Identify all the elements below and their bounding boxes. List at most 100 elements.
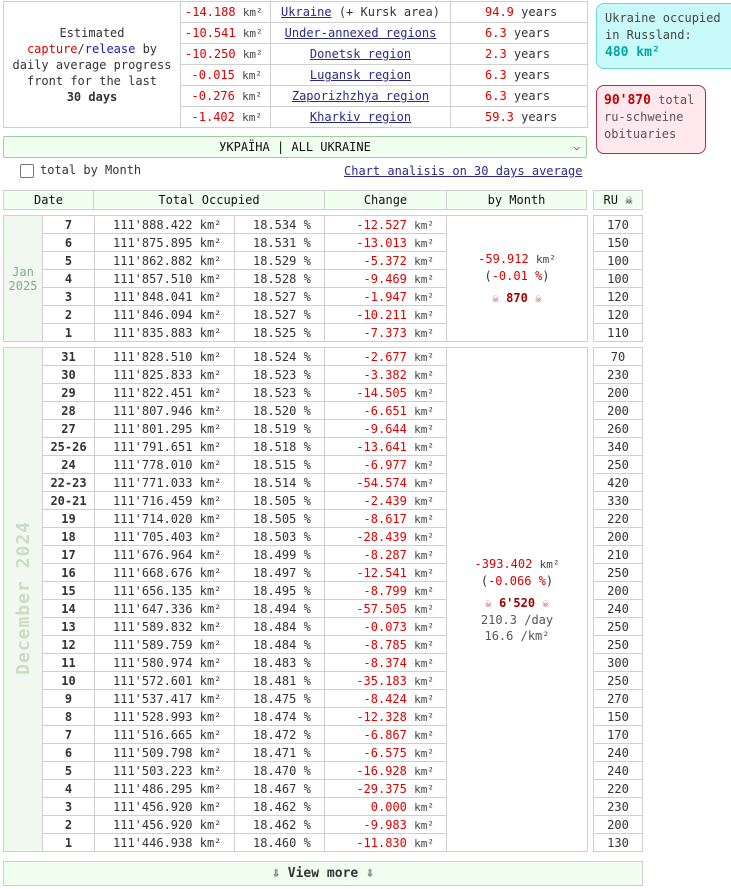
- total-value: 111'791.651: [113, 439, 193, 454]
- total-cell: 111'456.920 km²: [94, 797, 235, 816]
- total-unit: km²: [199, 745, 222, 760]
- percent-cell: 18.483 %: [234, 653, 325, 672]
- change-cell: -2.677 km²: [324, 347, 447, 366]
- percent-value: 18.497: [253, 565, 297, 580]
- change-value: -16.928: [356, 763, 407, 778]
- ru-row: 120: [593, 305, 643, 324]
- total-cell: 111'791.651 km²: [94, 437, 235, 456]
- summary-years: 6.3 years: [450, 64, 588, 86]
- view-more-button[interactable]: ⇩ View more ⇩: [3, 861, 643, 886]
- ru-losses-cell: 230: [593, 365, 643, 384]
- ru-row: 170: [593, 725, 643, 744]
- ru-row: 240: [593, 743, 643, 762]
- years-label: years: [521, 5, 558, 19]
- total-cell: 111'656.135 km²: [94, 581, 235, 600]
- ru-row: 70: [593, 347, 643, 366]
- total-value: 111'572.601: [113, 673, 193, 688]
- change-value: -11.830: [356, 835, 407, 850]
- ru-row: 340: [593, 437, 643, 456]
- change-unit: km²: [414, 836, 434, 850]
- region-link[interactable]: Zaporizhzhya region: [292, 89, 429, 103]
- ru-losses-cell: 150: [593, 233, 643, 252]
- region-link[interactable]: Kharkiv region: [310, 110, 411, 124]
- percent-cell: 18.523 %: [234, 383, 325, 402]
- percent-unit: %: [303, 691, 311, 706]
- total-by-month-checkbox[interactable]: [20, 163, 34, 178]
- month-change-unit: km²: [539, 557, 560, 571]
- ru-row: 220: [593, 509, 643, 528]
- percent-cell: 18.514 %: [234, 473, 325, 492]
- date-cell: 29: [42, 383, 95, 402]
- month-obits: ☠ 870 ☠: [447, 290, 587, 307]
- change-unit: km²: [414, 350, 434, 364]
- chart-analysis-link[interactable]: Chart analisis on 30 days average: [344, 164, 582, 178]
- change-unit: km²: [414, 548, 434, 562]
- month-change-value: -393.402: [474, 556, 533, 571]
- change-value: -7.373: [363, 325, 407, 340]
- percent-unit: %: [303, 307, 311, 322]
- change-cell: -16.928 km²: [324, 761, 447, 780]
- change-unit: km²: [414, 800, 434, 814]
- obits-per-day: 210.3 /day: [480, 612, 554, 627]
- change-value: -1.947: [363, 289, 407, 304]
- total-cell: 111'857.510 km²: [94, 269, 235, 288]
- date-cell: 6: [42, 233, 95, 252]
- ru-losses-cell: 330: [593, 491, 643, 510]
- ru-row: 210: [593, 545, 643, 564]
- summary-area-unit: km²: [242, 90, 262, 103]
- date-cell: 14: [42, 599, 95, 618]
- change-unit: km²: [414, 404, 434, 418]
- ru-row: 120: [593, 287, 643, 306]
- percent-value: 18.523: [253, 385, 297, 400]
- region-link[interactable]: Under-annexed regions: [285, 26, 437, 40]
- percent-cell: 18.531 %: [234, 233, 325, 252]
- change-cell: -57.505 km²: [324, 599, 447, 618]
- date-cell: 6: [42, 743, 95, 762]
- total-cell: 111'835.883 km²: [94, 323, 235, 342]
- ru-losses-cell: 270: [593, 689, 643, 708]
- total-unit: km²: [199, 289, 222, 304]
- total-value: 111'846.094: [113, 307, 193, 322]
- years-label: years: [513, 26, 551, 40]
- ru-row: 200: [593, 383, 643, 402]
- percent-unit: %: [303, 271, 311, 286]
- change-unit: km²: [414, 674, 434, 688]
- date-cell: 8: [42, 707, 95, 726]
- percent-cell: 18.527 %: [234, 287, 325, 306]
- obituaries-line-2: ru-schweine: [604, 110, 684, 124]
- region-select[interactable]: УКРАЇНА | ALL UKRAINE ⌵: [3, 136, 587, 158]
- region-link[interactable]: Ukraine: [281, 5, 332, 19]
- region-link[interactable]: Lugansk region: [310, 68, 411, 82]
- summary-region: Under-annexed regions: [270, 22, 451, 44]
- change-unit: km²: [414, 566, 434, 580]
- percent-cell: 18.470 %: [234, 761, 325, 780]
- change-cell: -7.373 km²: [324, 323, 447, 342]
- change-value: -6.575: [363, 745, 407, 760]
- month-label: December 2024: [3, 347, 43, 852]
- ru-losses-cell: 220: [593, 779, 643, 798]
- change-cell: -29.375 km²: [324, 779, 447, 798]
- region-link[interactable]: Donetsk region: [310, 47, 411, 61]
- month-change: -59.912 km²: [447, 251, 587, 268]
- total-value: 111'656.135: [113, 583, 193, 598]
- change-value: -8.617: [363, 511, 407, 526]
- month-percent: (-0.01 %): [484, 268, 550, 283]
- change-value: -2.677: [363, 349, 407, 364]
- percent-unit: %: [303, 385, 311, 400]
- ru-row: 220: [593, 779, 643, 798]
- ru-losses-cell: 240: [593, 599, 643, 618]
- total-unit: km²: [199, 691, 222, 706]
- percent-value: 18.462: [253, 799, 297, 814]
- change-value: -14.505: [356, 385, 407, 400]
- total-cell: 111'862.882 km²: [94, 251, 235, 270]
- change-unit: km²: [414, 512, 434, 526]
- total-cell: 111'668.676 km²: [94, 563, 235, 582]
- header-date: Date: [4, 191, 94, 209]
- total-cell: 111'509.798 km²: [94, 743, 235, 762]
- total-value: 111'676.964: [113, 547, 193, 562]
- desc-by: by: [142, 41, 158, 56]
- change-cell: -10.211 km²: [324, 305, 447, 324]
- total-by-month-toggle[interactable]: total by Month: [20, 163, 141, 181]
- month-summary: -59.912 km² (-0.01 %) ☠ 870 ☠: [446, 215, 588, 342]
- total-cell: 111'771.033 km²: [94, 473, 235, 492]
